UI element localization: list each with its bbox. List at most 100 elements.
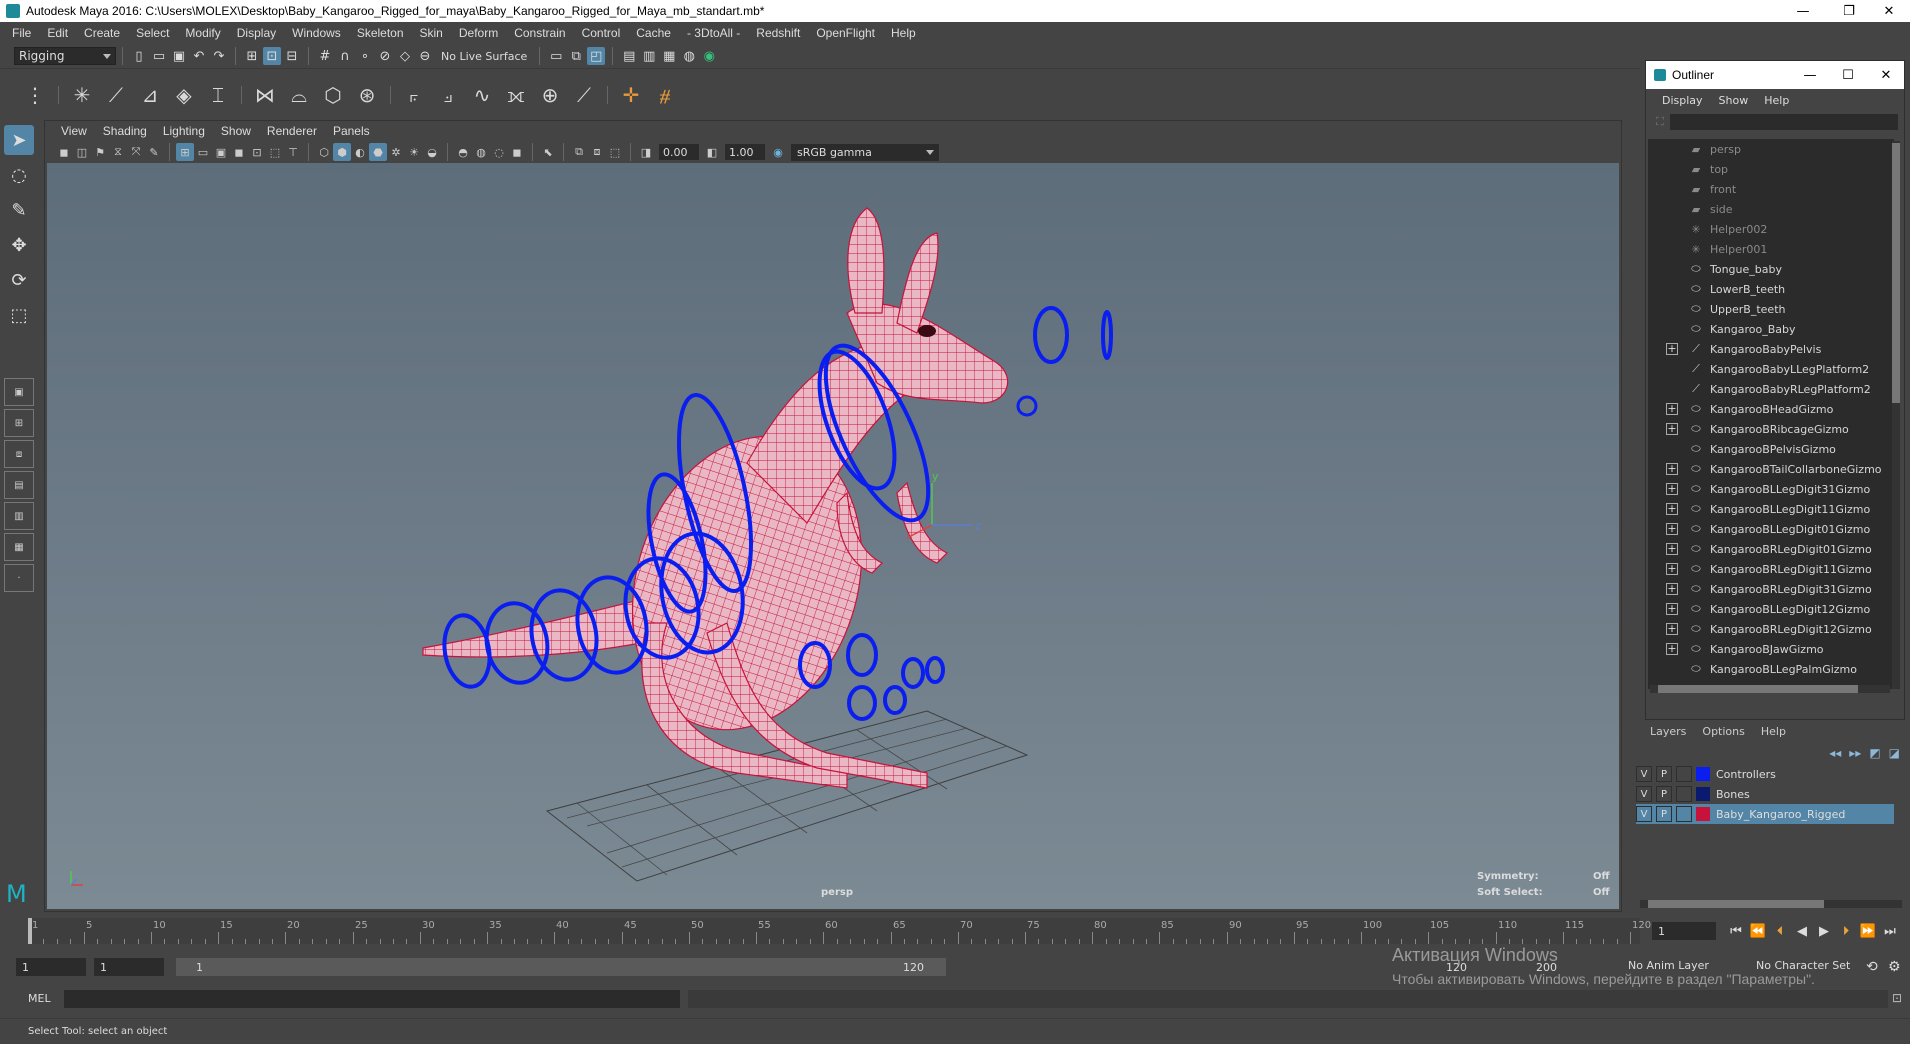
select-component-icon[interactable]: ⊟ [283, 47, 301, 65]
layer-visibility-toggle[interactable]: V [1636, 766, 1652, 782]
new-layer-from-selection-icon[interactable]: ◪ [1889, 746, 1900, 760]
outliner-minimize-button[interactable]: — [1792, 61, 1828, 89]
close-button[interactable]: ✕ [1866, 0, 1910, 22]
layer-color-swatch[interactable] [1696, 767, 1710, 781]
hypershade-layout-icon[interactable]: ▦ [4, 533, 34, 561]
filter-icon[interactable]: ⛶ [1656, 115, 1664, 129]
use-all-lights-icon[interactable]: ☀ [405, 143, 423, 161]
rotate-tool-icon[interactable]: ⟳ [4, 265, 34, 295]
command-input[interactable] [64, 990, 680, 1008]
exposure-field[interactable]: 0.00 [659, 144, 699, 160]
xray-joints-icon[interactable]: ⧈ [588, 143, 606, 161]
menu-help[interactable]: Help [883, 26, 924, 40]
expand-icon[interactable]: + [1666, 563, 1678, 575]
vp-menu-view[interactable]: View [53, 124, 95, 138]
expand-icon[interactable]: + [1666, 623, 1678, 635]
xray-components-icon[interactable]: ⬚ [606, 143, 624, 161]
expand-icon[interactable]: + [1666, 403, 1678, 415]
wireframe-on-shaded-icon[interactable]: ⬣ [369, 143, 387, 161]
move-layer-up-icon[interactable]: ◂◂ [1829, 746, 1841, 760]
isolate-select-icon[interactable]: ⬉ [539, 143, 557, 161]
layer-visibility-toggle[interactable]: V [1636, 786, 1652, 802]
expand-icon[interactable]: + [1666, 643, 1678, 655]
menu-create[interactable]: Create [76, 26, 128, 40]
outliner-menu-help[interactable]: Help [1756, 94, 1797, 107]
outliner-item[interactable]: + ⬭ KangarooBRLegDigit12Gizmo [1648, 619, 1894, 639]
undo-icon[interactable]: ↶ [190, 47, 208, 65]
new-layer-icon[interactable]: ◩ [1869, 746, 1880, 760]
wrap-deformer-icon[interactable]: ⬡ [318, 80, 348, 110]
time-slider-track[interactable]: 1 5 10 15 20 25 30 35 40 45 50 55 60 65 70 75 80 85 90 95 10… [28, 918, 1651, 944]
screen-space-ao-icon[interactable]: ◓ [454, 143, 472, 161]
outliner-item[interactable]: ⬭ LowerB_teeth [1648, 279, 1894, 299]
3d-viewport[interactable]: y z persp Symmetry: Off Soft Select: Off [47, 163, 1619, 909]
layout-more-icon[interactable]: · [4, 564, 34, 592]
outliner-item[interactable]: ✳ Helper001 [1648, 239, 1894, 259]
redshift-icon[interactable]: ◉ [700, 47, 718, 65]
outliner-item[interactable]: + ⬭ KangarooBLLegDigit12Gizmo [1648, 599, 1894, 619]
outliner-item[interactable]: ⬭ KangarooBPelvisGizmo [1648, 439, 1894, 459]
outliner-item[interactable]: ▰ top [1648, 159, 1894, 179]
layer-color-swatch[interactable] [1696, 787, 1710, 801]
multisample-aa-icon[interactable]: ◌ [490, 143, 508, 161]
step-forward-key-icon[interactable]: ⏩ [1857, 924, 1879, 939]
layer-playback-toggle[interactable]: P [1656, 786, 1672, 802]
shelf-options-icon[interactable]: ⋮ [20, 80, 50, 110]
vp-menu-renderer[interactable]: Renderer [259, 124, 325, 138]
expand-icon[interactable]: + [1666, 543, 1678, 555]
bind-skin-icon[interactable]: ⟔ [399, 80, 429, 110]
outliner-item[interactable]: + ⬭ KangarooBJawGizmo [1648, 639, 1894, 659]
outliner-item[interactable]: + ⬭ KangarooBRLegDigit31Gizmo [1648, 579, 1894, 599]
outliner-menu-display[interactable]: Display [1654, 94, 1711, 107]
motion-blur-icon[interactable]: ◍ [472, 143, 490, 161]
vp-menu-show[interactable]: Show [213, 124, 259, 138]
lattice-icon[interactable]: ⌓ [284, 80, 314, 110]
safe-action-icon[interactable]: ⬚ [266, 143, 284, 161]
expand-icon[interactable]: + [1666, 483, 1678, 495]
menu-file[interactable]: File [4, 26, 39, 40]
scale-tool-icon[interactable]: ⬚ [4, 300, 34, 330]
vp-menu-shading[interactable]: Shading [95, 124, 155, 138]
outliner-vertical-scrollbar[interactable] [1892, 141, 1900, 689]
outliner-maximize-button[interactable]: ☐ [1830, 61, 1866, 89]
render-frame-icon[interactable]: ▤ [620, 47, 638, 65]
snap-curve-icon[interactable]: ∩ [336, 47, 354, 65]
layers-menu-layers[interactable]: Layers [1642, 725, 1694, 738]
scroll-thumb[interactable] [1658, 685, 1858, 693]
construction-history-icon[interactable]: ⧉ [567, 47, 585, 65]
menu-deform[interactable]: Deform [451, 26, 506, 40]
menu-edit[interactable]: Edit [39, 26, 76, 40]
outliner-item[interactable]: + ⬭ KangarooBRibcageGizmo [1648, 419, 1894, 439]
default-material-icon[interactable]: ◐ [351, 143, 369, 161]
outliner-item[interactable]: ⬭ Kangaroo_Baby [1648, 319, 1894, 339]
outliner-close-button[interactable]: ✕ [1868, 61, 1904, 89]
scroll-thumb[interactable] [1648, 900, 1824, 908]
outliner-item[interactable]: ✳ Helper002 [1648, 219, 1894, 239]
film-gate-icon[interactable]: ▭ [194, 143, 212, 161]
color-management-icon[interactable]: ◉ [769, 143, 787, 161]
snap-grid-icon[interactable]: # [316, 47, 334, 65]
snap-point-icon[interactable]: ∘ [356, 47, 374, 65]
smooth-skin-icon[interactable]: ∿ [467, 80, 497, 110]
detach-skin-icon[interactable]: ⟋ [569, 80, 599, 110]
render-settings-icon[interactable]: ▦ [660, 47, 678, 65]
smooth-shade-icon[interactable]: ⬢ [333, 143, 351, 161]
camera-attributes-icon[interactable]: ◫ [73, 143, 91, 161]
image-plane-icon[interactable]: ⧖ [109, 143, 127, 161]
menu-constrain[interactable]: Constrain [506, 26, 573, 40]
menu-3dtoall[interactable]: - 3DtoAll - [679, 26, 748, 40]
mirror-weights-icon[interactable]: ⟗ [501, 80, 531, 110]
layer-playback-toggle[interactable]: P [1656, 766, 1672, 782]
exposure-icon[interactable]: ◨ [637, 143, 655, 161]
step-back-key-icon[interactable]: ⏪ [1747, 924, 1769, 939]
layer-row[interactable]: V P Bones [1636, 784, 1894, 804]
auto-key-icon[interactable]: ⟲ [1866, 959, 1878, 975]
parent-constraint-icon[interactable]: ✛ [616, 80, 646, 110]
input-output-icon[interactable]: ▭ [547, 47, 565, 65]
snap-surface-icon[interactable]: ◇ [396, 47, 414, 65]
outliner-item[interactable]: + ⬭ KangarooBRLegDigit11Gizmo [1648, 559, 1894, 579]
outliner-item[interactable]: ⟋ KangarooBabyRLegPlatform2 [1648, 379, 1894, 399]
gamma-icon[interactable]: ◧ [703, 143, 721, 161]
layer-playback-toggle[interactable]: P [1656, 806, 1672, 822]
select-hierarchy-icon[interactable]: ⊞ [243, 47, 261, 65]
